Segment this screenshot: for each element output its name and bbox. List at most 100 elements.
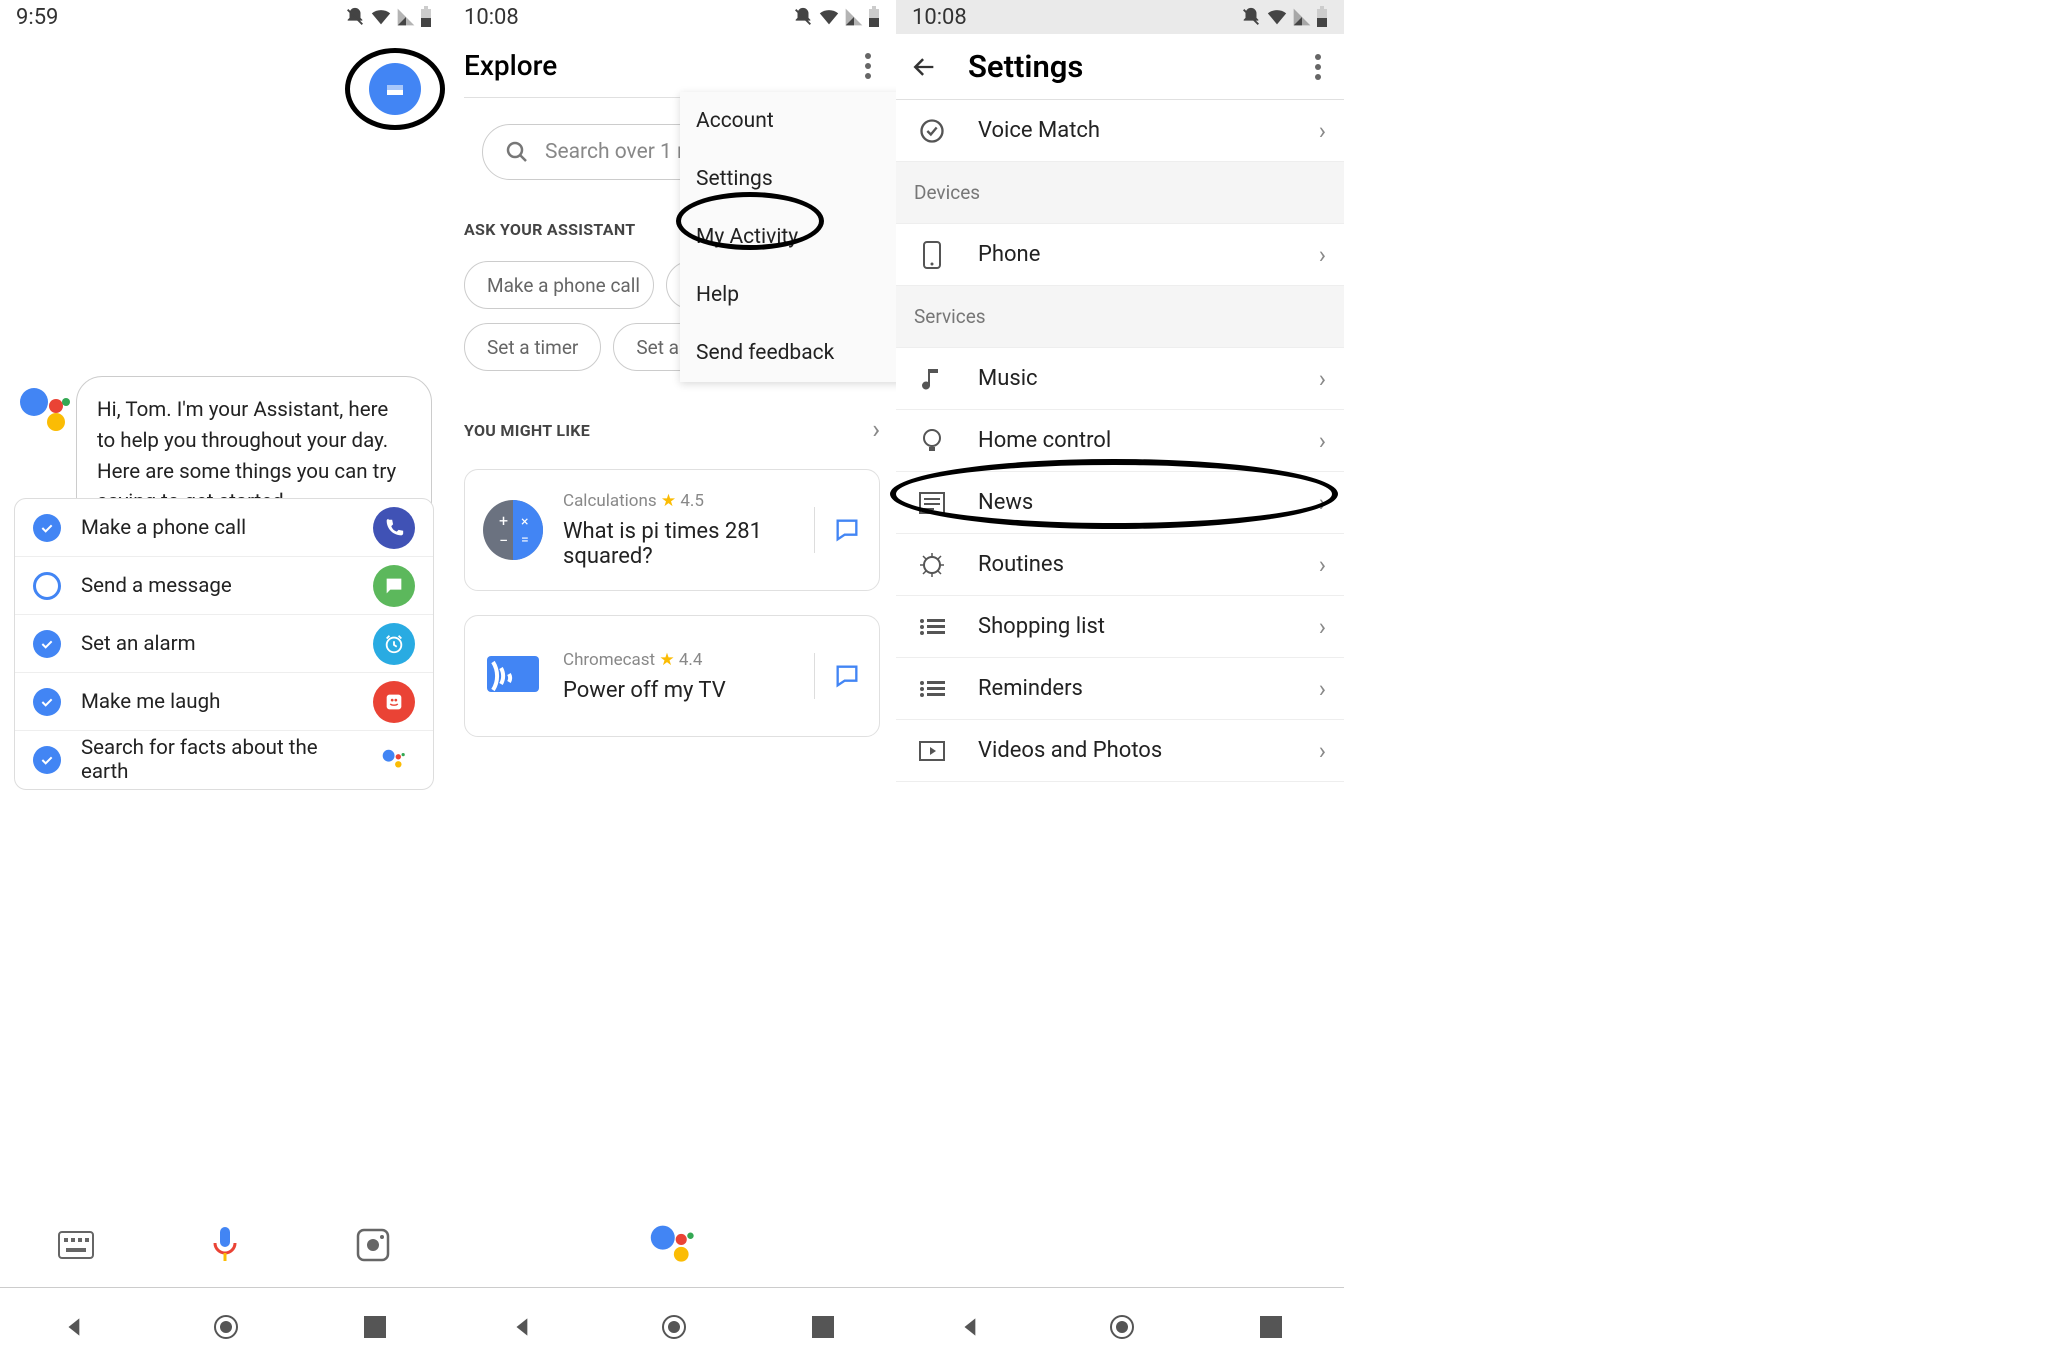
settings-item-videos-and-photos[interactable]: Videos and Photos › — [896, 720, 1344, 782]
overflow-menu-button[interactable] — [1306, 54, 1330, 80]
assistant-logo-icon — [18, 384, 70, 436]
suggestion-label: Search for facts about the earth — [81, 736, 353, 784]
menu-item-send-feedback[interactable]: Send feedback — [680, 324, 912, 382]
overflow-menu-button[interactable] — [856, 53, 880, 79]
bulb-icon — [914, 427, 950, 455]
settings-item-routines[interactable]: Routines› — [896, 534, 1344, 596]
message-icon — [373, 565, 415, 607]
check-filled-icon — [33, 688, 61, 716]
nav-recent-icon[interactable] — [364, 1316, 386, 1338]
status-icons — [344, 6, 432, 28]
suggestion-row[interactable]: Make me laugh — [15, 673, 433, 731]
svg-text:+: + — [499, 511, 508, 530]
chevron-right-icon: › — [1319, 489, 1326, 517]
card-title: Power off my TV — [563, 678, 794, 703]
wifi-icon — [818, 6, 840, 28]
section-you-might-like: YOU MIGHT LIKE — [464, 421, 590, 440]
menu-item-help[interactable]: Help — [680, 266, 912, 324]
page-title: Explore — [464, 49, 557, 82]
chevron-right-icon: › — [1319, 551, 1326, 579]
settings-item-news[interactable]: News› — [896, 472, 1344, 534]
settings-item-reminders[interactable]: Reminders› — [896, 658, 1344, 720]
try-button[interactable] — [814, 653, 861, 699]
battery-icon — [868, 6, 880, 28]
chevron-right-icon: › — [1319, 241, 1326, 269]
nav-home-icon[interactable] — [211, 1312, 241, 1342]
nav-bar — [0, 1287, 448, 1365]
suggestion-row[interactable]: Search for facts about the earth — [15, 731, 433, 789]
settings-item-label: Videos and Photos — [978, 738, 1291, 763]
nav-back-icon[interactable] — [958, 1314, 984, 1340]
suggestion-label: Make me laugh — [81, 690, 353, 714]
explore-card[interactable]: +−×=Calculations ★ 4.5What is pi times 2… — [464, 469, 880, 591]
mute-icon — [792, 6, 814, 28]
check-filled-icon — [33, 514, 61, 542]
settings-header: Settings — [896, 34, 1344, 100]
search-icon — [505, 140, 529, 164]
chevron-right-icon[interactable]: › — [872, 415, 880, 445]
suggestion-row[interactable]: Set an alarm — [15, 615, 433, 673]
screen-explore: 10:08 Explore Search over 1 millic ASK Y… — [448, 0, 896, 1365]
mute-icon — [344, 6, 366, 28]
routines-icon — [914, 551, 950, 579]
menu-item-settings[interactable]: Settings — [680, 150, 912, 208]
chevron-right-icon: › — [1319, 737, 1326, 765]
list-icon — [914, 617, 950, 637]
message-icon — [833, 662, 861, 690]
check-filled-icon — [33, 746, 61, 774]
nav-back-icon[interactable] — [62, 1314, 88, 1340]
screen-assistant: 9:59 Hi, Tom. I'm your Assistant, here t… — [0, 0, 448, 1365]
keyboard-icon[interactable] — [58, 1231, 94, 1259]
suggestion-chip[interactable]: Set a timer — [464, 323, 601, 371]
check-filled-icon — [33, 630, 61, 658]
svg-text:×: × — [521, 514, 528, 530]
settings-item-music[interactable]: Music› — [896, 348, 1344, 410]
clock: 10:08 — [912, 5, 967, 30]
suggestion-chip[interactable]: Make a phone call — [464, 261, 654, 309]
settings-item-voice-match[interactable]: Voice Match › — [896, 100, 1344, 162]
chevron-right-icon: › — [1319, 117, 1326, 145]
settings-item-home-control[interactable]: Home control› — [896, 410, 1344, 472]
lens-icon[interactable] — [356, 1228, 390, 1262]
nav-home-icon[interactable] — [659, 1312, 689, 1342]
phone-icon — [914, 240, 950, 270]
nav-bar — [896, 1287, 1344, 1365]
suggestion-row[interactable]: Make a phone call — [15, 499, 433, 557]
nav-back-icon[interactable] — [510, 1314, 536, 1340]
settings-item-phone[interactable]: Phone› — [896, 224, 1344, 286]
nav-recent-icon[interactable] — [812, 1316, 834, 1338]
back-arrow-icon[interactable] — [910, 53, 938, 81]
status-bar: 10:08 — [448, 0, 896, 34]
settings-item-shopping-list[interactable]: Shopping list › — [896, 596, 1344, 658]
menu-item-account[interactable]: Account — [680, 92, 912, 150]
music-icon — [914, 365, 950, 393]
settings-item-label: Voice Match — [978, 118, 1291, 143]
settings-section-header: Devices — [896, 162, 1344, 224]
chevron-right-icon: › — [1319, 427, 1326, 455]
wifi-icon — [370, 6, 392, 28]
assistant-icon — [373, 739, 415, 781]
assistant-logo-icon[interactable] — [648, 1221, 696, 1269]
suggestion-row[interactable]: Send a message — [15, 557, 433, 615]
status-icons — [1240, 6, 1328, 28]
nav-home-icon[interactable] — [1107, 1312, 1137, 1342]
explore-card[interactable]: Chromecast ★ 4.4Power off my TV — [464, 615, 880, 737]
clock: 9:59 — [16, 5, 58, 30]
battery-icon — [420, 6, 432, 28]
star-icon: ★ — [659, 650, 674, 670]
mic-icon[interactable] — [210, 1225, 240, 1265]
card-app-icon: +−×= — [483, 500, 543, 560]
annotation-circle-fab — [345, 48, 445, 130]
chevron-right-icon: › — [1319, 613, 1326, 641]
nav-recent-icon[interactable] — [1260, 1316, 1282, 1338]
screen-settings: 10:08 Settings Voice Match › DevicesPhone›… — [896, 0, 1344, 1365]
check-outline-icon — [33, 572, 61, 600]
settings-item-label: Shopping list — [978, 614, 1291, 639]
star-icon: ★ — [661, 491, 676, 511]
status-icons — [792, 6, 880, 28]
try-button[interactable] — [814, 507, 861, 553]
menu-item-my-activity[interactable]: My Activity — [680, 208, 912, 266]
settings-item-label: Reminders — [978, 676, 1291, 701]
settings-list: Voice Match›DevicesPhone›ServicesMusic›H… — [896, 100, 1344, 782]
inbox-fab[interactable] — [369, 63, 421, 115]
